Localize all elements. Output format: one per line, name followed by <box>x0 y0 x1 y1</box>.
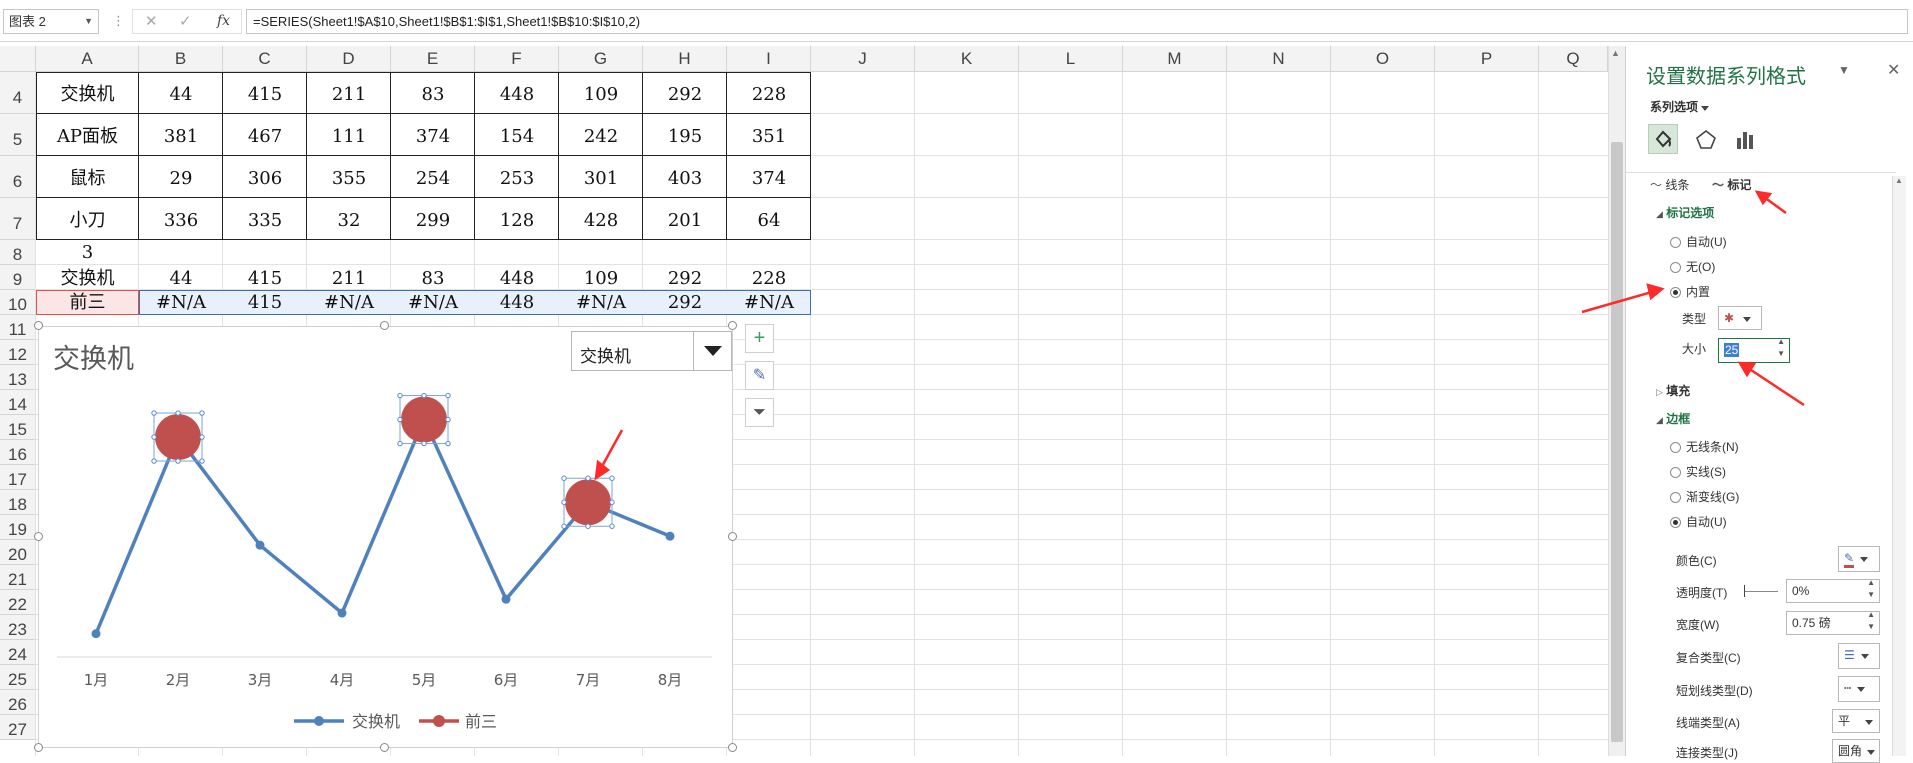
arrow-to-size <box>1747 366 1805 407</box>
arrow-to-marker <box>598 429 624 471</box>
arrow-head-icon <box>1646 283 1665 301</box>
arrow-head-icon <box>594 459 611 481</box>
arrow-head-icon <box>1737 361 1757 378</box>
arrow-to-builtin <box>1581 290 1653 314</box>
annotation-arrows <box>594 190 1805 481</box>
